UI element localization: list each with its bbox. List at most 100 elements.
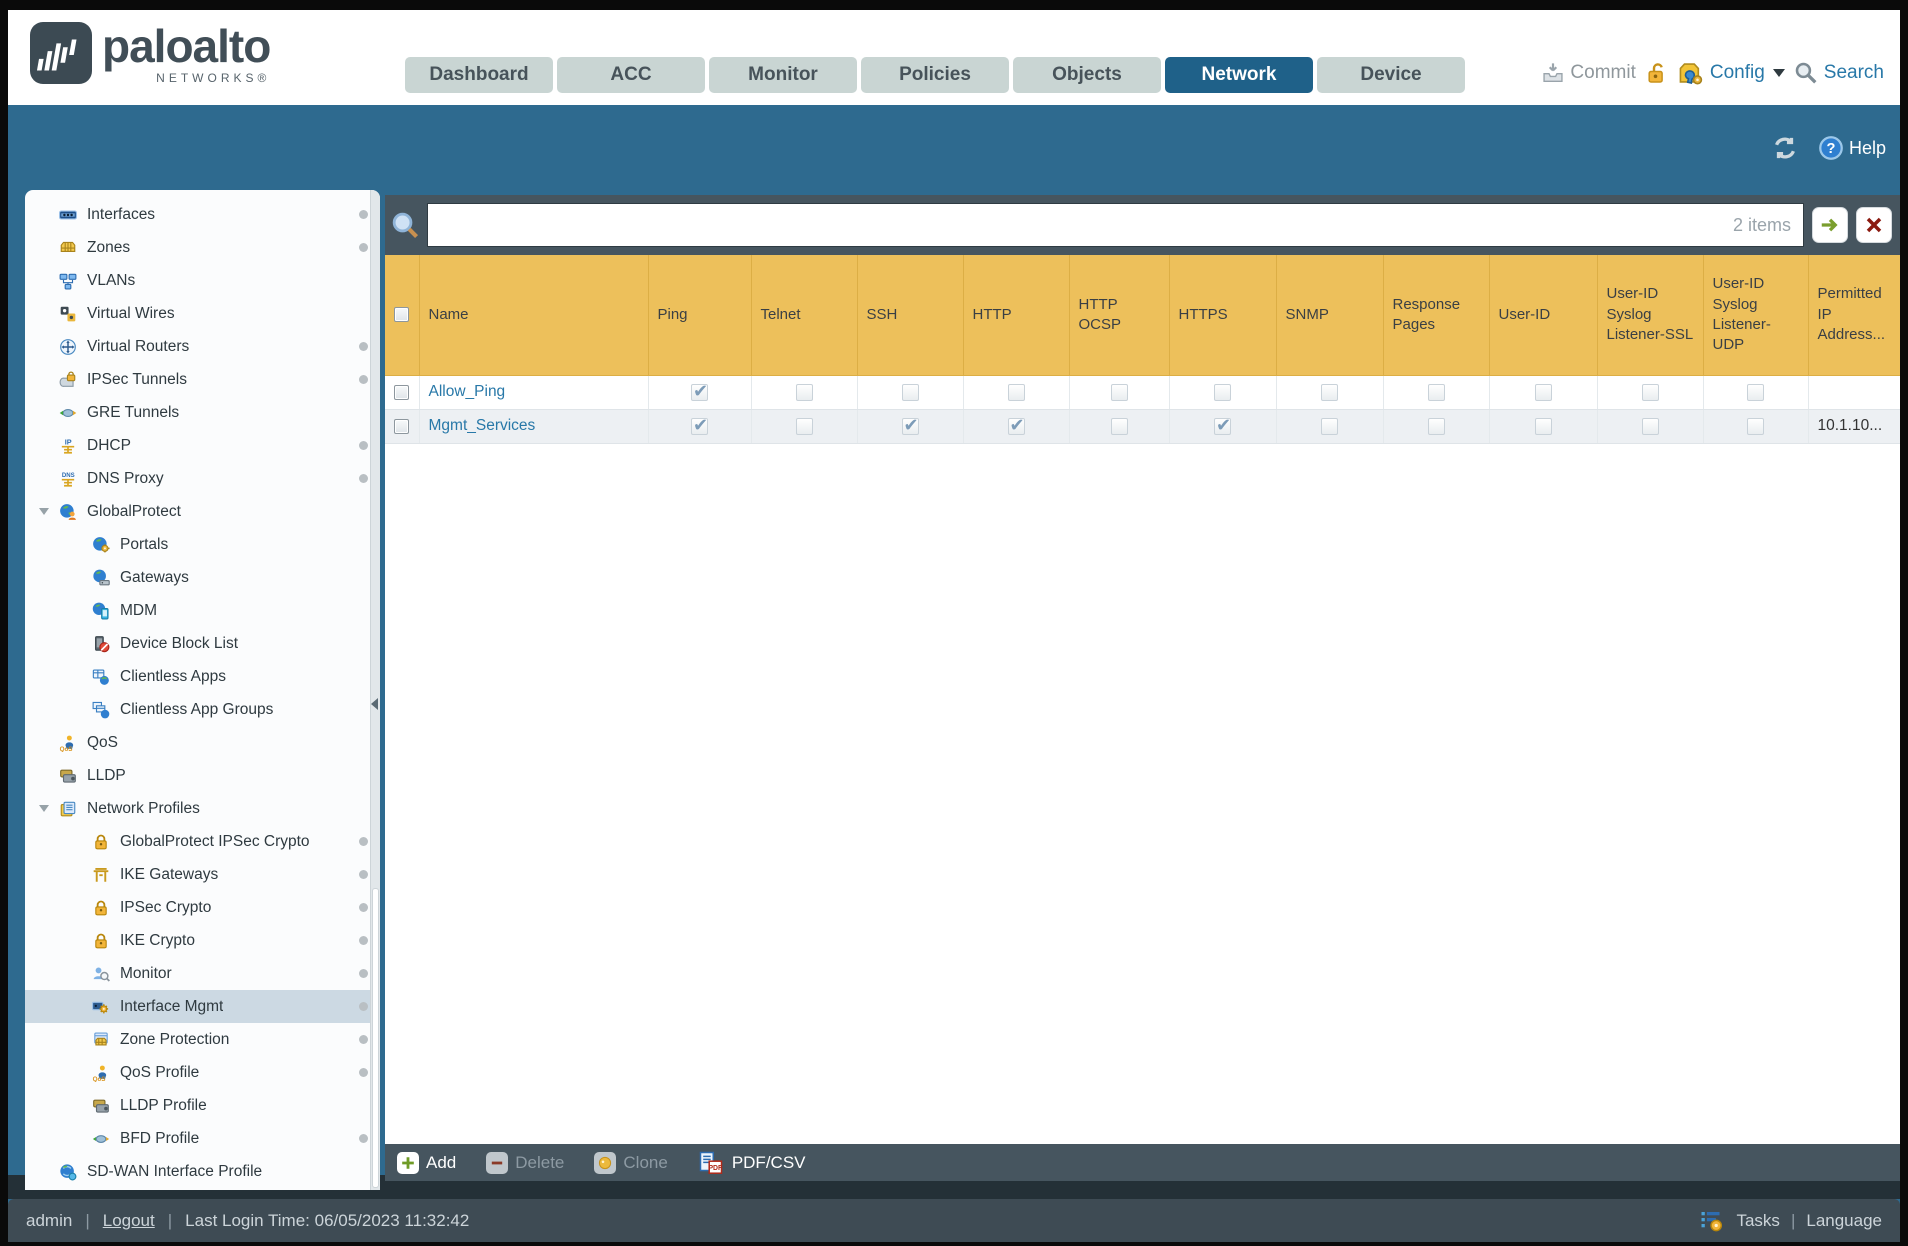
sidebar-item-virtual-wires[interactable]: Virtual Wires: [25, 297, 380, 330]
tab-device[interactable]: Device: [1317, 57, 1465, 93]
http_ocsp-cell: [1069, 375, 1170, 410]
column-header-telnet[interactable]: Telnet: [751, 255, 858, 376]
help-button[interactable]: ? Help: [1818, 135, 1886, 161]
apply-filter-button[interactable]: [1812, 207, 1848, 243]
sidebar-item-globalprotect-ipsec-crypto[interactable]: GlobalProtect IPSec Crypto: [25, 825, 380, 858]
sidebar-item-ike-crypto[interactable]: IKE Crypto: [25, 924, 380, 957]
sidebar-item-portals[interactable]: Portals: [25, 528, 380, 561]
sidebar-item-qos-profile[interactable]: QoS QoS Profile: [25, 1056, 380, 1089]
tasks-link[interactable]: Tasks: [1736, 1211, 1779, 1231]
sidebar-item-interfaces[interactable]: Interfaces: [25, 198, 380, 231]
profile-name-link[interactable]: Mgmt_Services: [429, 417, 536, 434]
sidebar-item-clientless-apps[interactable]: Clientless Apps: [25, 660, 380, 693]
column-header-ping[interactable]: Ping: [648, 255, 752, 376]
sidebar-item-ipsec-crypto[interactable]: IPSec Crypto: [25, 891, 380, 924]
language-link[interactable]: Language: [1806, 1211, 1882, 1231]
profile-name-link[interactable]: Allow_Ping: [429, 383, 506, 400]
sidebar-item-ike-gateways[interactable]: IKE Gateways: [25, 858, 380, 891]
svg-text:PDF: PDF: [709, 1165, 723, 1172]
sidebar-scrollbar-thumb[interactable]: [372, 888, 379, 1188]
column-header-https[interactable]: HTTPS: [1169, 255, 1277, 376]
add-button[interactable]: Add: [397, 1151, 456, 1174]
clear-filter-button[interactable]: [1856, 207, 1892, 243]
tab-objects[interactable]: Objects: [1013, 57, 1161, 93]
sidebar-item-label: QoS Profile: [120, 1063, 200, 1081]
column-header-http-ocsp[interactable]: HTTP OCSP: [1069, 255, 1170, 376]
clientless-apps-icon: [92, 668, 110, 686]
column-header-response-pages[interactable]: Response Pages: [1383, 255, 1490, 376]
row-checkbox[interactable]: [394, 418, 409, 434]
sidebar-item-device-block-list[interactable]: Device Block List: [25, 627, 380, 660]
sidebar-item-mdm[interactable]: MDM: [25, 594, 380, 627]
add-icon: [397, 1151, 419, 1174]
pdf-csv-button[interactable]: PDF PDF/CSV: [698, 1151, 806, 1175]
ssh-cell: [857, 375, 964, 410]
sidebar-item-label: DNS Proxy: [87, 469, 164, 487]
column-header-snmp[interactable]: SNMP: [1276, 255, 1384, 376]
svg-text:DNS: DNS: [62, 473, 75, 479]
brand-text: paloalto NETWORKS®: [102, 20, 271, 86]
commit-button[interactable]: Commit: [1542, 62, 1636, 84]
http_ocsp-cell: [1069, 409, 1170, 444]
sidebar-item-zone-protection[interactable]: Zone Protection: [25, 1023, 380, 1056]
row-checkbox[interactable]: [394, 384, 409, 400]
sidebar-item-ipsec-tunnels[interactable]: IPSec Tunnels: [25, 363, 380, 396]
bottom-toolbar: Add Delete Clone PDF PDF/CSV: [385, 1144, 1900, 1181]
brand-name: paloalto: [102, 20, 271, 72]
virtual-wires-icon: [59, 305, 77, 323]
column-header-user-id[interactable]: User-ID: [1489, 255, 1598, 376]
expand-arrow-icon[interactable]: [39, 508, 59, 515]
sidebar-item-virtual-routers[interactable]: Virtual Routers: [25, 330, 380, 363]
sidebar-item-label: IKE Crypto: [120, 931, 195, 949]
config-button[interactable]: Config: [1678, 60, 1785, 86]
http-unchecked-indicator: [1007, 383, 1025, 401]
sidebar-item-gre-tunnels[interactable]: GRE Tunnels: [25, 396, 380, 429]
table-row-mgmt-services: Mgmt_Services 10.1.10...: [385, 409, 1900, 444]
sidebar-item-label: IKE Gateways: [120, 865, 219, 883]
sidebar-item-lldp[interactable]: LLDP: [25, 759, 380, 792]
sidebar-item-sd-wan-interface-profile[interactable]: SD-WAN Interface Profile: [25, 1155, 380, 1188]
svg-text:IP: IP: [65, 437, 72, 446]
filter-input[interactable]: [440, 204, 1725, 246]
logout-link[interactable]: Logout: [103, 1211, 155, 1231]
column-header-user-id-syslog-listener-ssl[interactable]: User-ID Syslog Listener-SSL: [1597, 255, 1704, 376]
sidebar-item-bfd-profile[interactable]: BFD Profile: [25, 1122, 380, 1155]
lock-icon: [92, 932, 110, 950]
tab-acc[interactable]: ACC: [557, 57, 705, 93]
column-header-http[interactable]: HTTP: [963, 255, 1070, 376]
sidebar-item-monitor[interactable]: Monitor: [25, 957, 380, 990]
tab-monitor[interactable]: Monitor: [709, 57, 857, 93]
sidebar-item-label: DHCP: [87, 436, 131, 454]
sidebar-item-qos[interactable]: QoS QoS: [25, 726, 380, 759]
refresh-icon[interactable]: [1770, 134, 1800, 162]
sidebar-item-zones[interactable]: Zones: [25, 231, 380, 264]
sidebar-item-network-profiles[interactable]: Network Profiles: [25, 792, 380, 825]
zone-protection-icon: [92, 1031, 110, 1049]
sidebar-scrollbar[interactable]: [370, 190, 380, 1190]
sidebar-item-dhcp[interactable]: IP DHCP: [25, 429, 380, 462]
sidebar-item-interface-mgmt[interactable]: Interface Mgmt: [25, 990, 380, 1023]
interface-mgmt-icon: [92, 998, 110, 1016]
column-header-ssh[interactable]: SSH: [857, 255, 964, 376]
sidebar-item-clientless-app-groups[interactable]: Clientless App Groups: [25, 693, 380, 726]
select-all-checkbox[interactable]: [394, 307, 409, 323]
sidebar-item-gateways[interactable]: Gateways: [25, 561, 380, 594]
status-dot: [359, 936, 368, 945]
sidebar-item-label: Device Block List: [120, 634, 239, 652]
lock-open-icon[interactable]: [1645, 61, 1669, 85]
global-search-button[interactable]: Search: [1794, 61, 1884, 85]
column-header-permitted-ip-address[interactable]: Permitted IP Address...: [1808, 255, 1900, 376]
column-header-name[interactable]: Name: [419, 255, 649, 376]
sidebar-item-dns-proxy[interactable]: DNS DNS Proxy: [25, 462, 380, 495]
sidebar-item-lldp-profile[interactable]: LLDP Profile: [25, 1089, 380, 1122]
expand-arrow-icon[interactable]: [39, 805, 59, 812]
sidebar-item-globalprotect[interactable]: GlobalProtect: [25, 495, 380, 528]
tab-dashboard[interactable]: Dashboard: [405, 57, 553, 93]
status-dot: [359, 210, 368, 219]
sidebar-item-vlans[interactable]: VLANs: [25, 264, 380, 297]
https-cell: [1169, 409, 1277, 444]
sidebar-collapse-icon[interactable]: [371, 698, 378, 710]
tab-policies[interactable]: Policies: [861, 57, 1009, 93]
column-header-user-id-syslog-listener-udp[interactable]: User-ID Syslog Listener-UDP: [1703, 255, 1809, 376]
tab-network[interactable]: Network: [1165, 57, 1313, 93]
